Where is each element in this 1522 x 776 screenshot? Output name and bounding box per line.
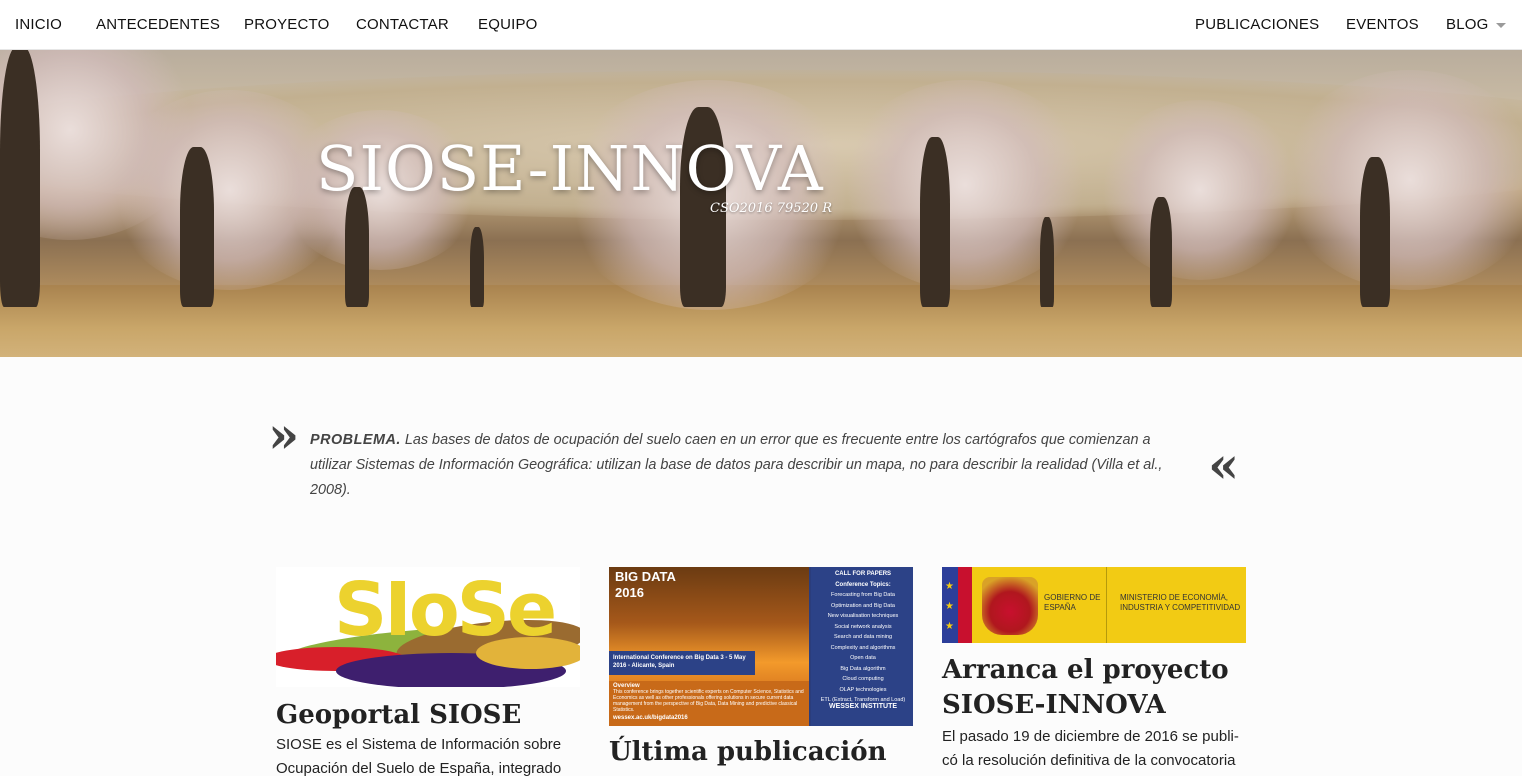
poster-topics: CALL FOR PAPERS Conference Topics: Forec… bbox=[820, 571, 906, 703]
nav-contactar[interactable]: CONTACTAR bbox=[356, 16, 449, 33]
nav-antecedentes[interactable]: ANTECEDENTES bbox=[96, 16, 220, 33]
blog-dropdown-icon[interactable] bbox=[1496, 23, 1506, 28]
nav-inicio[interactable]: INICIO bbox=[15, 16, 62, 33]
flag-stripe bbox=[958, 567, 972, 643]
ministerio-text: MINISTERIO DE ECONOMÍA, INDUSTRIA Y COMP… bbox=[1120, 593, 1241, 612]
poster-overview: Overview This conference brings together… bbox=[609, 681, 809, 726]
card-title[interactable]: Geoportal SIOSE bbox=[276, 698, 580, 733]
siose-logo[interactable]: SIoSe bbox=[276, 567, 580, 687]
coat-of-arms-icon bbox=[982, 577, 1038, 635]
card-text: El pasado 19 de diciembre de 2016 se pub… bbox=[942, 728, 1239, 769]
hero-banner: SIOSE-INNOVA CSO2016 79520 R bbox=[0, 50, 1522, 357]
card-geoportal-siose: SIoSe Geoportal SIOSE SIOSE es el Sistem… bbox=[276, 567, 580, 776]
bigdata-poster[interactable]: BIG DATA 2016 International Conference o… bbox=[609, 567, 913, 726]
poster-band: International Conference on Big Data 3 -… bbox=[609, 651, 755, 675]
logo-divider bbox=[1106, 567, 1107, 643]
gobierno-text: GOBIERNO DE ESPAÑA bbox=[1044, 593, 1101, 612]
nav-publicaciones[interactable]: PUBLICACIONES bbox=[1195, 16, 1319, 33]
quote-close-icon: « bbox=[1208, 435, 1240, 494]
poster-tag: BIG DATA 2016 bbox=[615, 569, 676, 600]
card-text: SIOSE es el Sistema de Información sobre… bbox=[276, 736, 562, 776]
card-ultima-publicacion: BIG DATA 2016 International Conference o… bbox=[609, 567, 913, 770]
nav-blog[interactable]: BLOG bbox=[1446, 16, 1488, 33]
quote-text: PROBLEMA. Las bases de datos de ocupació… bbox=[310, 428, 1190, 503]
quote-open-icon: » bbox=[268, 405, 300, 464]
card-arranca-proyecto: ★ ★ ★ GOBIERNO DE ESPAÑA MINISTERIO DE E… bbox=[942, 567, 1246, 773]
gobierno-logo[interactable]: ★ ★ ★ GOBIERNO DE ESPAÑA MINISTERIO DE E… bbox=[942, 567, 1246, 643]
top-navigation: INICIO ANTECEDENTES PROYECTO CONTACTAR E… bbox=[0, 0, 1522, 50]
quote-label: PROBLEMA. bbox=[310, 432, 401, 448]
nav-eventos[interactable]: EVENTOS bbox=[1346, 16, 1419, 33]
nav-equipo[interactable]: EQUIPO bbox=[478, 16, 538, 33]
poster-institute: WESSEX INSTITUTE bbox=[828, 703, 898, 710]
site-title: SIOSE-INNOVA bbox=[316, 132, 824, 205]
quote-body: Las bases de datos de ocupación del suel… bbox=[310, 432, 1163, 498]
card-title[interactable]: Arranca el proyecto SIOSE-INNOVA bbox=[942, 653, 1246, 723]
project-code: CSO2016 79520 R bbox=[710, 201, 833, 216]
card-title[interactable]: Última publicación bbox=[609, 735, 913, 770]
nav-proyecto[interactable]: PROYECTO bbox=[244, 16, 330, 33]
